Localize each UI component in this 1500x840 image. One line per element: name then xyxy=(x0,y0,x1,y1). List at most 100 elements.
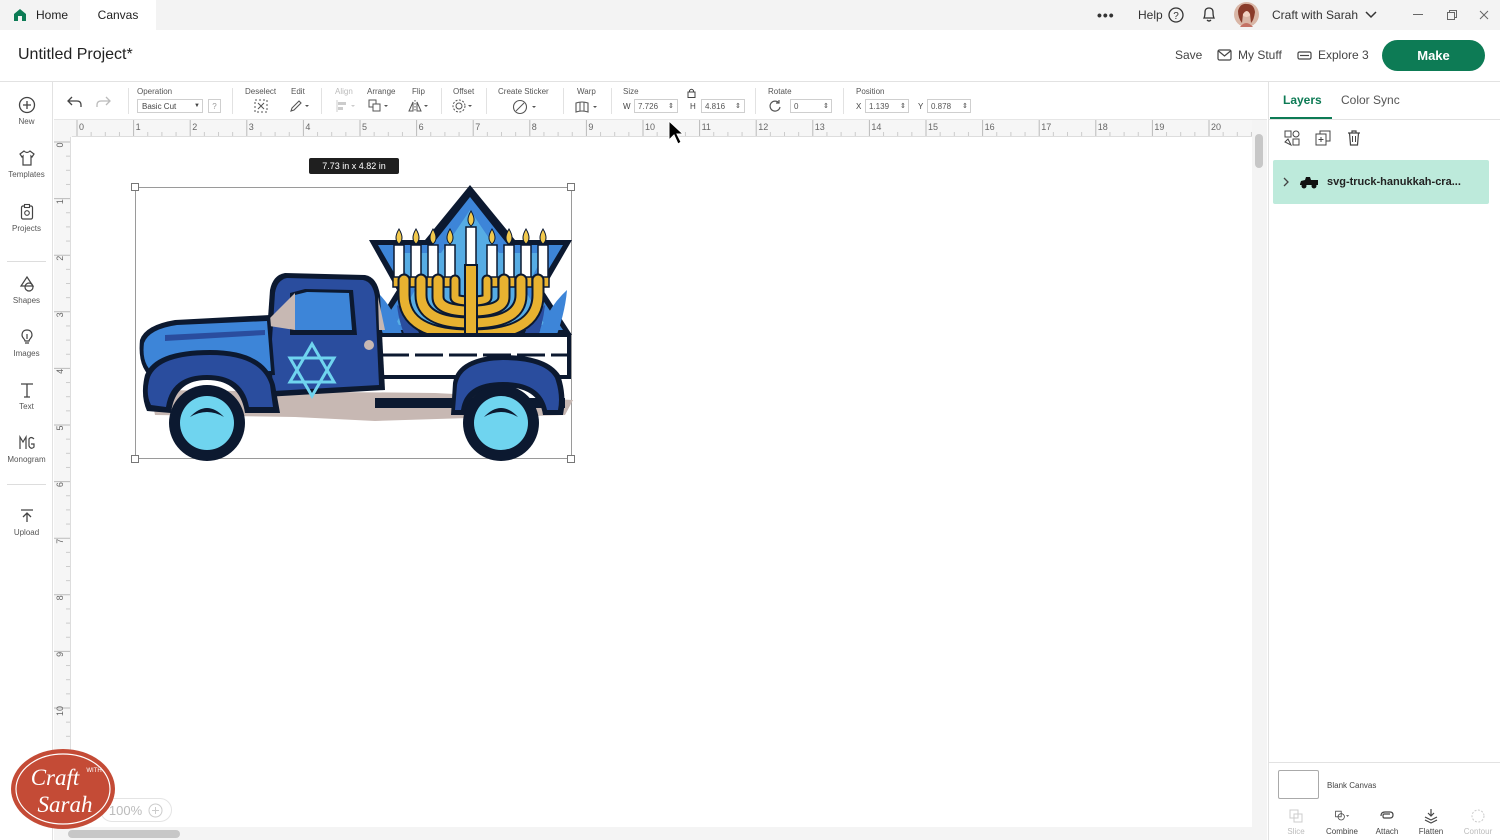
my-stuff-button[interactable]: My Stuff xyxy=(1217,48,1282,62)
chevron-right-icon[interactable] xyxy=(1281,177,1291,187)
tab-home[interactable]: Home xyxy=(0,0,80,30)
bell-icon[interactable] xyxy=(1201,6,1217,23)
edit-toolbar: Operation Basic Cut ▼ ? Deselect Edit Al… xyxy=(54,82,1267,120)
slice-button[interactable]: Slice xyxy=(1275,808,1317,836)
app-window: Home Canvas ••• Help ? Craft with Sarah … xyxy=(0,0,1500,840)
operation-help-button[interactable]: ? xyxy=(208,99,221,113)
sidebar-item-shapes[interactable]: Shapes xyxy=(0,275,53,321)
combine-button[interactable]: Combine xyxy=(1321,808,1363,836)
group-icon[interactable] xyxy=(1283,129,1301,147)
ruler-tick-label: 19 xyxy=(1154,122,1164,132)
deselect-icon[interactable] xyxy=(254,99,268,113)
deselect-label: Deselect xyxy=(245,87,277,96)
contour-icon xyxy=(1471,809,1485,823)
contour-label: Contour xyxy=(1463,827,1493,836)
ruler-tick-label: 14 xyxy=(871,122,881,132)
height-stepper[interactable]: ⇕ xyxy=(735,99,741,113)
truck-thumbnail-icon xyxy=(1300,177,1318,189)
more-menu-button[interactable]: ••• xyxy=(1097,0,1115,30)
sidebar-item-projects[interactable]: Projects xyxy=(0,203,53,249)
sidebar-item-text[interactable]: Text xyxy=(0,381,53,427)
upload-icon xyxy=(20,509,33,522)
mouse-cursor-icon xyxy=(668,120,684,145)
clipboard-icon xyxy=(20,203,33,220)
attach-button[interactable]: Attach xyxy=(1366,808,1408,836)
y-label: Y xyxy=(918,101,924,111)
tab-color-sync[interactable]: Color Sync xyxy=(1341,93,1400,107)
ruler-tick-label: 3 xyxy=(249,122,254,132)
toolbar-divider xyxy=(611,88,612,114)
project-title[interactable]: Untitled Project* xyxy=(18,46,133,64)
horizontal-scrollbar[interactable] xyxy=(54,827,1267,840)
user-menu[interactable]: Craft with Sarah xyxy=(1272,0,1377,30)
slice-icon xyxy=(1289,809,1303,823)
ruler-tick-label: 11 xyxy=(702,122,711,132)
toolbar-divider xyxy=(128,88,129,114)
flatten-button[interactable]: Flatten xyxy=(1410,808,1452,836)
width-stepper[interactable]: ⇕ xyxy=(668,99,674,113)
x-stepper[interactable]: ⇕ xyxy=(900,99,906,113)
sidebar-item-templates[interactable]: Templates xyxy=(0,149,53,195)
operation-label: Operation xyxy=(137,87,173,96)
text-icon xyxy=(20,383,33,398)
layer-item[interactable]: svg-truck-hanukkah-cra... xyxy=(1273,160,1489,204)
candle-flame xyxy=(412,228,420,245)
minimize-icon xyxy=(1413,14,1423,15)
machine-select-button[interactable]: Explore 3 xyxy=(1297,48,1369,62)
arrange-icon[interactable] xyxy=(368,99,390,113)
sidebar-item-upload[interactable]: Upload xyxy=(0,507,53,553)
scroll-thumb[interactable] xyxy=(1255,134,1263,168)
logo-line2: Sarah xyxy=(38,792,93,817)
slice-label: Slice xyxy=(1287,827,1305,836)
operation-select[interactable]: Basic Cut ▼ xyxy=(137,99,203,113)
tab-canvas[interactable]: Canvas xyxy=(80,0,156,30)
warp-icon[interactable] xyxy=(574,100,600,114)
avatar[interactable] xyxy=(1234,2,1259,27)
duplicate-icon[interactable] xyxy=(1314,129,1332,147)
blank-canvas-thumbnail[interactable] xyxy=(1278,770,1319,799)
edit-pencil-icon[interactable] xyxy=(289,99,311,113)
zoom-in-icon[interactable] xyxy=(148,803,163,818)
help-button[interactable]: Help ? xyxy=(1138,0,1184,30)
sidebar-item-monogram[interactable]: Monogram xyxy=(0,434,53,480)
attach-label: Attach xyxy=(1375,827,1399,836)
arrange-label: Arrange xyxy=(367,87,396,96)
combine-label: Combine xyxy=(1325,827,1358,836)
make-button[interactable]: Make xyxy=(1382,40,1485,71)
toolbar-divider xyxy=(321,88,322,114)
ruler-tick-label: 4 xyxy=(305,122,310,132)
vertical-ruler: 0 1 2 3 4 5 6 7 8 9 10 xyxy=(54,137,71,827)
flip-label: Flip xyxy=(412,87,425,96)
undo-icon[interactable] xyxy=(67,96,82,108)
scroll-thumb[interactable] xyxy=(68,830,180,838)
redo-icon[interactable] xyxy=(96,96,111,108)
rotate-label: Rotate xyxy=(768,87,792,96)
sticker-icon[interactable] xyxy=(512,99,538,115)
vertical-scrollbar[interactable] xyxy=(1252,120,1267,827)
toolbar-divider xyxy=(441,88,442,114)
contour-button[interactable]: Contour xyxy=(1457,808,1499,836)
lock-icon[interactable] xyxy=(687,88,696,98)
ruler-tick-label: 8 xyxy=(532,122,537,132)
machine-icon xyxy=(1297,50,1312,60)
candle-flame xyxy=(395,228,403,245)
ruler-tick-label: 7 xyxy=(475,122,480,132)
trash-icon[interactable] xyxy=(1345,129,1363,147)
sidebar-item-images[interactable]: Images xyxy=(0,328,53,374)
plus-circle-icon xyxy=(18,96,35,114)
flip-icon[interactable] xyxy=(408,99,430,113)
offset-icon[interactable] xyxy=(452,99,474,113)
rear-wheel xyxy=(463,385,539,461)
sidebar-item-label: Upload xyxy=(13,528,40,537)
tab-layers[interactable]: Layers xyxy=(1283,93,1322,107)
ruler-tick-label: 12 xyxy=(758,122,768,132)
hanukkah-truck-design[interactable] xyxy=(135,185,575,463)
rotate-stepper[interactable]: ⇕ xyxy=(823,99,829,113)
y-stepper[interactable]: ⇕ xyxy=(962,99,968,113)
sidebar-item-new[interactable]: New xyxy=(0,96,53,142)
close-button[interactable] xyxy=(1464,0,1500,30)
tab-bar: Home Canvas ••• Help ? Craft with Sarah xyxy=(0,0,1500,30)
candle-flame xyxy=(522,228,530,245)
shapes-icon xyxy=(19,275,34,292)
save-button[interactable]: Save xyxy=(1175,48,1202,62)
